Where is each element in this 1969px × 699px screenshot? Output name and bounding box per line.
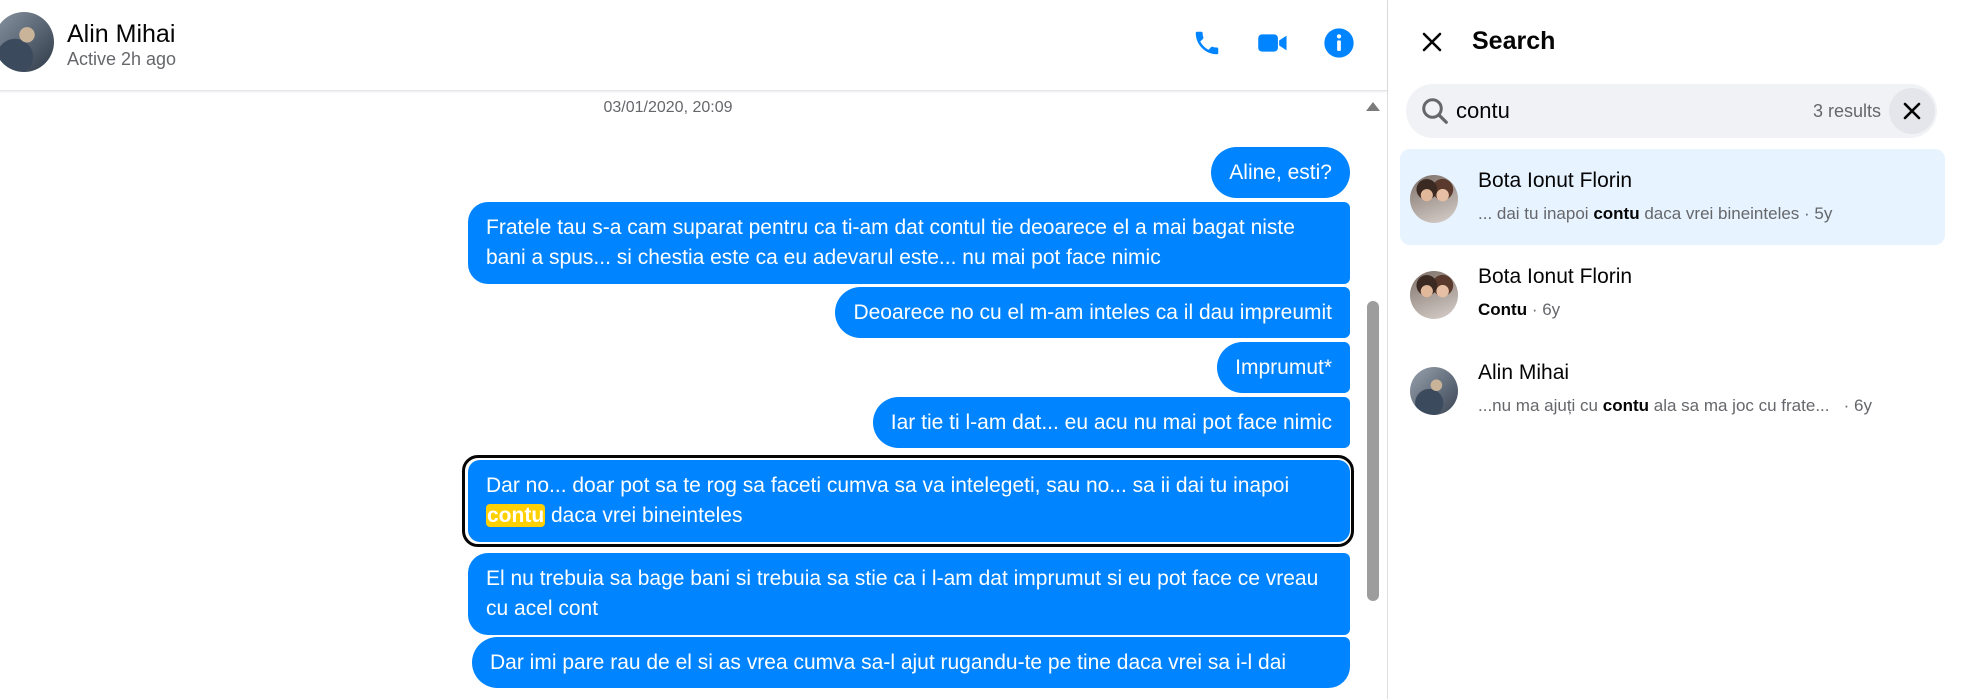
phone-icon [1195, 31, 1219, 55]
message-text-before: Dar no... doar pot sa te rog sa faceti c… [486, 474, 1290, 497]
message-text: Dar no... doar pot sa te rog sa faceti c… [486, 471, 1332, 531]
message-text: Deoarece no cu el m-am inteles ca il dau… [853, 300, 1332, 324]
message-bubble[interactable]: Fratele tau s-a cam suparat pentru ca ti… [468, 202, 1350, 284]
message-text: Aline, esti? [1229, 160, 1332, 184]
contact-name[interactable]: Alin Mihai [67, 20, 175, 49]
search-box[interactable]: 3 results [1406, 84, 1937, 138]
message-bubble[interactable]: Imprumut* [1217, 342, 1350, 393]
result-sender-name: Bota Ionut Florin [1478, 265, 1633, 288]
message-bubble[interactable]: Aline, esti? [1211, 147, 1350, 198]
scrollbar[interactable] [1362, 96, 1384, 699]
result-age: · 6y [1527, 300, 1561, 319]
result-snippet: ... dai tu inapoi contu daca vrei binein… [1478, 204, 1832, 224]
chat-header: Alin Mihai Active 2h ago [0, 0, 1387, 91]
snippet-text: ... dai tu inapoi [1478, 204, 1594, 223]
call-button[interactable] [1186, 22, 1228, 64]
snippet-text: ...nu ma ajuți cu [1478, 396, 1603, 415]
snippet-match: contu [1602, 396, 1650, 415]
avatar [1410, 367, 1458, 415]
result-age: · 6y [1829, 396, 1872, 415]
snippet-match: contu [1593, 204, 1640, 223]
message-bubble[interactable]: El nu trebuia sa bage bani si trebuia sa… [468, 553, 1350, 635]
chat-pane: Alin Mihai Active 2h ago 03/01/2020, 20:… [0, 0, 1387, 699]
result-sender-name: Bota Ionut Florin [1478, 169, 1633, 192]
avatar [1410, 175, 1458, 223]
result-age: · 5y [1799, 204, 1833, 223]
message-text: Iar tie ti l-am dat... eu acu nu mai pot… [890, 410, 1332, 434]
message-bubble[interactable]: Iar tie ti l-am dat... eu acu nu mai pot… [872, 397, 1350, 448]
video-camera-icon [1258, 34, 1287, 52]
snippet-text: ala sa ma joc cu frate... [1649, 396, 1830, 415]
message-text: El nu trebuia sa bage bani si trebuia sa… [486, 567, 1319, 620]
snippet-match: Contu [1478, 300, 1528, 319]
result-snippet: Contu · 6y [1478, 300, 1560, 320]
search-title: Search [1472, 27, 1556, 55]
result-sender-name: Alin Mihai [1478, 361, 1570, 384]
search-icon [1422, 98, 1448, 124]
clear-search-button[interactable] [1889, 88, 1935, 134]
scroll-up-arrow-icon[interactable] [1366, 102, 1380, 111]
close-icon [1903, 102, 1921, 120]
contact-status: Active 2h ago [67, 49, 177, 69]
message-bubble-highlighted[interactable]: Dar no... doar pot sa te rog sa faceti c… [468, 460, 1350, 542]
message-text: Imprumut* [1235, 355, 1332, 379]
search-result-item[interactable]: Bota Ionut Florin ... dai tu inapoi cont… [1400, 149, 1945, 245]
close-search-button[interactable] [1412, 22, 1452, 62]
message-text-after: daca vrei bineinteles [545, 504, 743, 527]
search-result-item[interactable]: Bota Ionut Florin Contu · 6y [1400, 245, 1945, 341]
search-pane: Search 3 results Bota Ionut Florin ... d… [1388, 0, 1969, 699]
snippet-text: daca vrei bineinteles [1639, 204, 1800, 223]
conversation-info-button[interactable] [1318, 22, 1360, 64]
scrollbar-thumb[interactable] [1367, 301, 1379, 601]
search-result-item[interactable]: Alin Mihai ...nu ma ajuți cu contu ala s… [1400, 341, 1945, 437]
message-text: Fratele tau s-a cam suparat pentru ca ti… [486, 216, 1295, 269]
video-call-button[interactable] [1252, 22, 1294, 64]
close-icon [1422, 32, 1442, 52]
message-bubble[interactable]: Dar imi pare rau de el si as vrea cumva … [472, 637, 1350, 688]
search-input[interactable] [1456, 92, 1756, 130]
avatar [1410, 271, 1458, 319]
result-snippet: ...nu ma ajuți cu contu ala sa ma joc cu… [1478, 396, 1872, 416]
avatar[interactable] [0, 12, 54, 72]
search-match-highlight: contu [486, 504, 546, 527]
message-timestamp: 03/01/2020, 20:09 [603, 99, 733, 116]
message-text: Dar imi pare rau de el si as vrea cumva … [490, 650, 1287, 674]
message-bubble[interactable]: Deoarece no cu el m-am inteles ca il dau… [835, 287, 1350, 338]
result-count: 3 results [1812, 101, 1881, 121]
info-icon [1324, 28, 1354, 58]
